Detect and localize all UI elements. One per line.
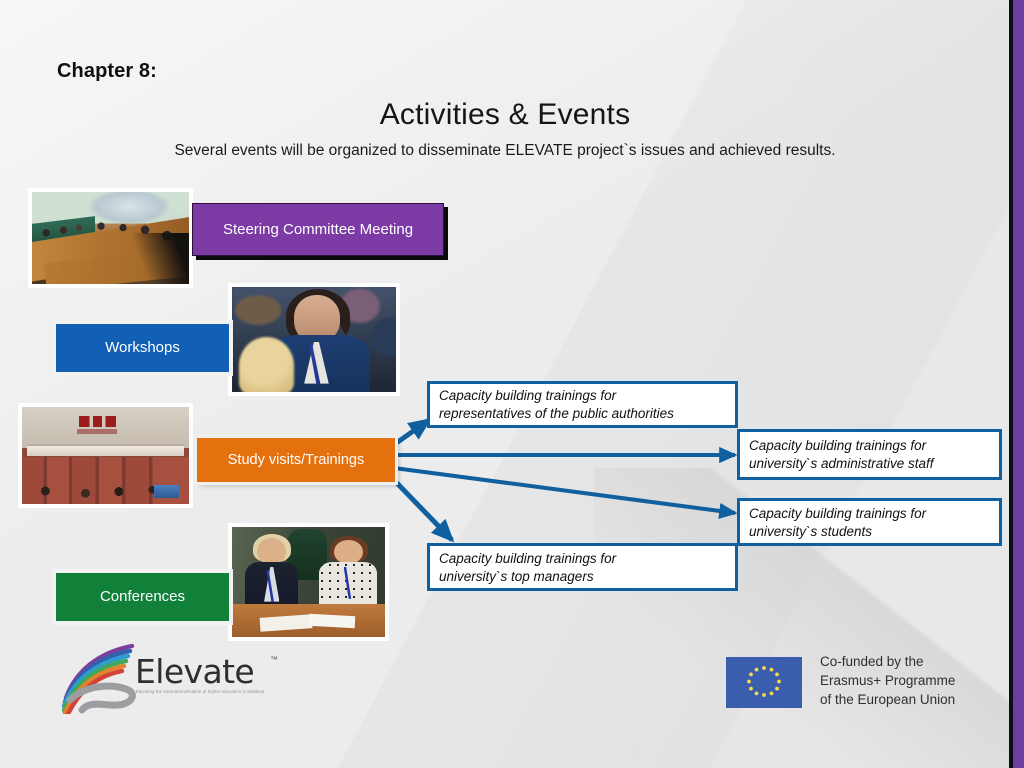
category-label: Workshops [105,339,180,357]
category-conferences[interactable]: Conferences [56,573,229,621]
eu-stars-icon [747,666,781,697]
outcome-line-2: university`s students [749,523,873,539]
outcome-public-authorities[interactable]: Capacity building trainings for represen… [427,381,738,428]
elevate-trademark-symbol: ™ [270,655,278,664]
elevate-tagline: Elevating the internationalisation of hi… [136,689,265,694]
category-study-visits-trainings[interactable]: Study visits/Trainings [197,438,395,482]
category-steering-committee-meeting[interactable]: Steering Committee Meeting [192,203,444,256]
outcome-line-2: university`s top managers [439,568,594,584]
outcome-students[interactable]: Capacity building trainings for universi… [737,498,1002,546]
eu-funding-line-2: Erasmus+ Programme [820,673,956,689]
outcome-administrative-staff[interactable]: Capacity building trainings for universi… [737,429,1002,480]
outcome-line-2: representatives of the public authoritie… [439,406,674,421]
category-label: Steering Committee Meeting [222,220,414,238]
eu-flag-icon [726,657,802,708]
category-label: Study visits/Trainings [227,451,365,468]
outcome-line-1: Capacity building trainings for [749,438,927,454]
outcome-top-managers[interactable]: Capacity building trainings for universi… [427,543,738,591]
outcome-line-1: Capacity building trainings for [439,388,617,404]
outcome-line-1: Capacity building trainings for [749,505,927,521]
eu-funding-text: Co-funded by the Erasmus+ Programme of t… [820,652,955,709]
eu-funding-line-3: of the European Union [820,692,956,708]
category-workshops[interactable]: Workshops [56,324,229,372]
outcome-line-2: university`s administrative staff [749,456,934,471]
outcome-line-1: Capacity building trainings for [439,550,617,566]
slide-canvas: Chapter 8: Activities & Events Several e… [0,0,1024,768]
category-label: Conferences [99,588,186,606]
elevate-wordmark: Elevate [135,652,255,691]
eu-funding-line-1: Co-funded by the [820,654,924,669]
